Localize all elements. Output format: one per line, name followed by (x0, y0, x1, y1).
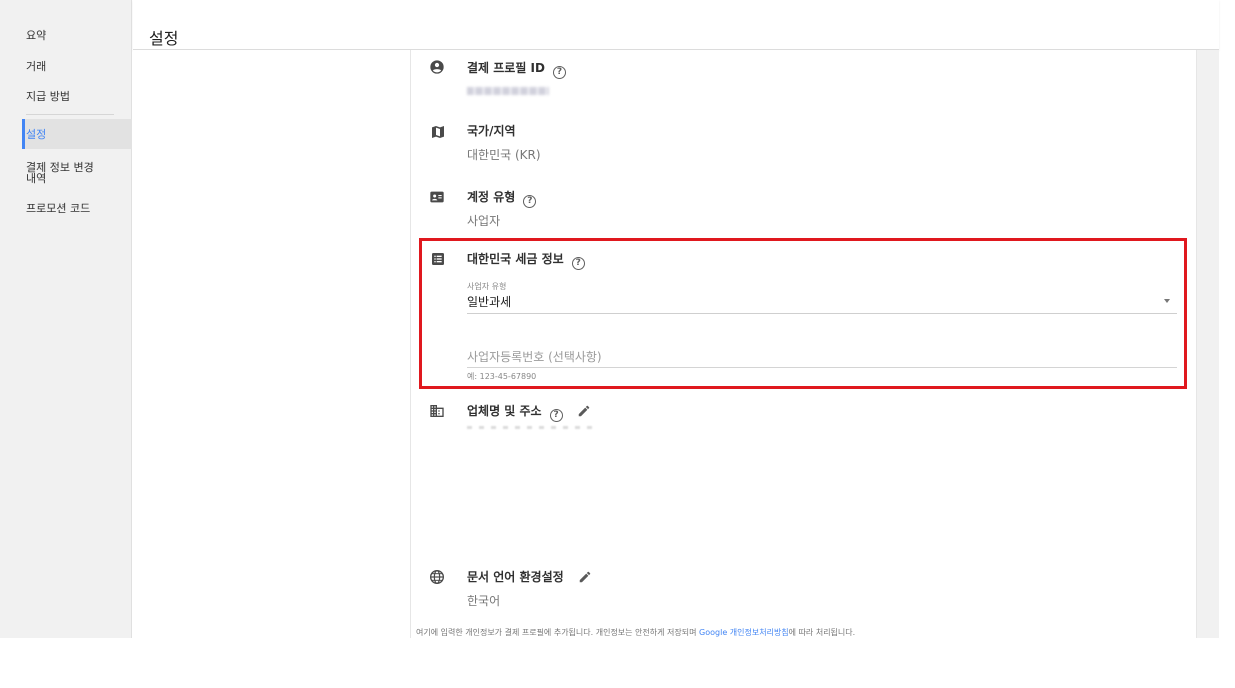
sidebar-active-indicator (22, 119, 25, 149)
sidebar-item-payment-info-history[interactable]: 결제 정보 변경 내역 (26, 162, 94, 184)
sidebar-divider (26, 114, 114, 115)
sidebar-item-settings[interactable]: 설정 (26, 129, 46, 141)
right-rail (1197, 50, 1219, 638)
account-type-value: 사업자 (467, 214, 501, 228)
globe-icon (430, 570, 444, 584)
business-type-underline (467, 313, 1177, 314)
help-icon[interactable]: ? (549, 409, 563, 422)
registration-number-hint: 예: 123-45-67890 (467, 372, 537, 381)
account-type-title: 계정 유형? (467, 190, 537, 208)
country-title: 국가/지역 (467, 124, 516, 138)
contact-card-icon (430, 191, 444, 203)
business-type-label: 사업자 유형 (467, 282, 507, 291)
business-type-select[interactable]: 일반과세 (467, 293, 511, 310)
company-address-title: 업체명 및 주소? (467, 404, 591, 422)
business-building-icon (430, 405, 444, 417)
help-icon[interactable]: ? (552, 66, 566, 79)
left-blank-area (133, 50, 410, 638)
edit-pencil-icon[interactable] (577, 404, 591, 418)
map-icon (432, 126, 444, 138)
sidebar-item-transactions[interactable]: 거래 (26, 61, 46, 73)
company-address-value-redacted (467, 426, 599, 429)
business-registration-number-input[interactable] (467, 346, 1177, 368)
help-icon[interactable]: ? (523, 195, 537, 208)
sidebar-item-payment-methods[interactable]: 지급 방법 (26, 91, 70, 103)
account-circle-icon (430, 60, 444, 74)
document-language-value: 한국어 (467, 594, 501, 608)
country-value: 대한민국 (KR) (467, 148, 541, 162)
page-header: 설정 (133, 0, 1219, 50)
sidebar-item-promo-codes[interactable]: 프로모션 코드 (26, 203, 90, 215)
document-language-title: 문서 언어 환경설정 (467, 570, 592, 584)
help-icon[interactable]: ? (571, 257, 585, 270)
dropdown-arrow-icon[interactable] (1164, 299, 1170, 303)
settings-card (410, 50, 1197, 638)
edit-pencil-icon[interactable] (578, 570, 592, 584)
privacy-footer-note: 여기에 입력한 개인정보가 결제 프로필에 추가됩니다. 개인정보는 안전하게 … (416, 628, 856, 637)
tax-info-title: 대한민국 세금 정보? (467, 252, 585, 270)
page-title: 설정 (149, 29, 179, 48)
profile-id-title: 결제 프로필 ID? (467, 61, 566, 79)
privacy-policy-link[interactable]: Google 개인정보처리방침 (699, 628, 789, 637)
sidebar-item-summary[interactable]: 요약 (26, 30, 46, 42)
list-document-icon (432, 253, 444, 265)
profile-id-value-redacted (467, 87, 549, 95)
